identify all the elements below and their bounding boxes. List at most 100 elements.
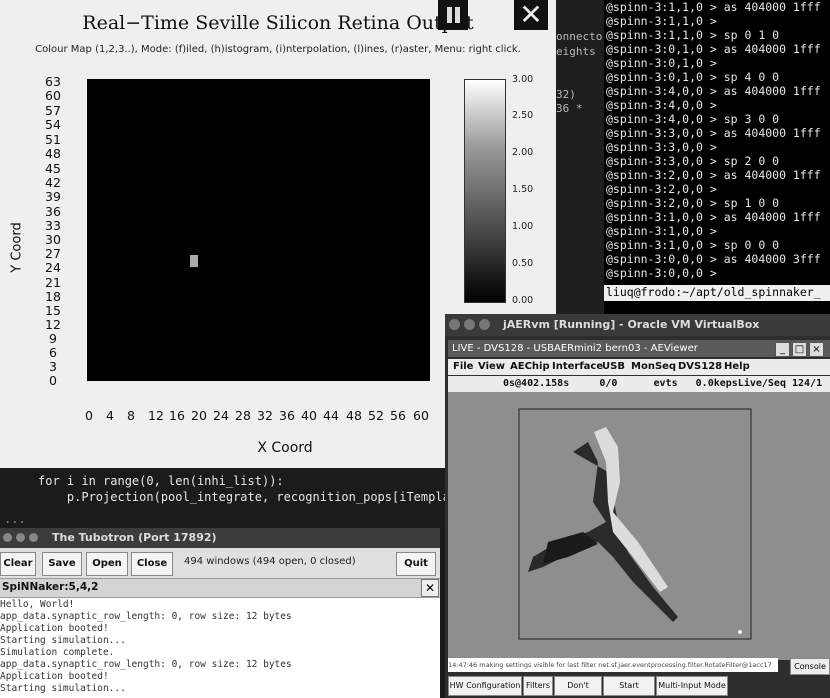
window-count-status: 494 windows (494 open, 0 closed) — [184, 556, 356, 567]
y-tick-label: 36 — [45, 204, 61, 219]
y-tick-label: 3 — [49, 359, 57, 374]
menu-monseq[interactable]: MonSeq — [631, 361, 676, 372]
window-titlebar[interactable]: The Tubotron (Port 17892) — [0, 528, 440, 548]
y-tick-label: 0 — [49, 373, 57, 388]
code-line: p.Projection(pool_integrate, recognition… — [38, 490, 445, 504]
log-line: app_data.synaptic_row_length: 0, row siz… — [0, 659, 292, 670]
terminal-line: @spinn-3:3,0,0 > sp 2 0 0 — [606, 154, 780, 168]
maximize-icon[interactable]: □ — [792, 342, 807, 357]
window-control-icon[interactable] — [449, 319, 460, 330]
terminal-line: @spinn-3:3,0,0 > — [606, 140, 717, 154]
menu-help[interactable]: Help — [724, 361, 750, 372]
hw-configuration-button[interactable]: HW Configuration — [448, 676, 522, 696]
aeviewer-titlebar[interactable]: LIVE - DVS128 - USBAERmini2 bern03 - AEV… — [448, 340, 830, 357]
log-line: app_data.synaptic_row_length: 0, row siz… — [0, 611, 292, 622]
plot-title: Real−Time Seville Silicon Retina Output — [82, 12, 474, 34]
quit-button[interactable]: Quit — [396, 552, 436, 576]
retina-event-pixel — [190, 255, 198, 267]
aeviewer-title: LIVE - DVS128 - USBAERmini2 bern03 - AEV… — [452, 343, 698, 354]
y-tick-label: 24 — [45, 260, 61, 275]
terminal-window[interactable]: onnecto eights 32) 36 * @spinn-3:1,1,0 >… — [556, 0, 830, 320]
y-tick-label: 39 — [45, 189, 61, 204]
window-titlebar[interactable]: jAERvm [Running] - Oracle VM VirtualBox — [445, 314, 830, 336]
dont-render-button[interactable]: Don't render — [554, 676, 602, 696]
terminal-line: @spinn-3:3,0,0 > as 404000 1fff — [606, 126, 821, 140]
y-tick-label: 9 — [49, 331, 57, 346]
terminal-line: @spinn-3:1,1,0 > as 404000 1fff — [606, 0, 821, 14]
code-line: for i in range(0, len(inhi_list)): — [38, 474, 284, 488]
y-tick-label: 42 — [45, 175, 61, 190]
minimize-icon[interactable]: _ — [775, 342, 790, 357]
terminal-line: @spinn-3:4,0,0 > sp 3 0 0 — [606, 112, 780, 126]
filters-button[interactable]: Filters — [523, 676, 553, 696]
window-control-icon[interactable] — [3, 533, 12, 542]
save-button[interactable]: Save — [42, 552, 82, 576]
gutter-text: onnecto — [556, 30, 603, 43]
tubotron-window: The Tubotron (Port 17892) Clear Save Ope… — [0, 528, 440, 698]
menu-file[interactable]: File — [453, 361, 473, 372]
log-line: Application booted! — [0, 671, 109, 682]
colorbar-tick: 3.00 — [512, 74, 534, 85]
x-tick-label: 60 — [413, 408, 429, 423]
terminal-line: @spinn-3:4,0,0 > — [606, 98, 717, 112]
menu-aechip[interactable]: AEChip — [510, 361, 550, 372]
window-control-icon[interactable] — [479, 319, 490, 330]
gutter-text: 32) — [556, 88, 576, 101]
pause-icon — [455, 7, 460, 23]
y-tick-label: 12 — [45, 317, 61, 332]
terminal-line: @spinn-3:0,0,0 > — [606, 266, 717, 280]
window-control-icon[interactable] — [464, 319, 475, 330]
clear-button[interactable]: Clear — [0, 552, 36, 576]
terminal-prompt[interactable]: liuq@frodo:~/apt/old_spinnaker_ — [604, 285, 830, 301]
terminal-line: @spinn-3:0,0,0 > as 404000 3fff — [606, 252, 821, 266]
terminal-line: @spinn-3:1,0,0 > as 404000 1fff — [606, 210, 821, 224]
menu-view[interactable]: View — [478, 361, 505, 372]
code-editor[interactable]: for i in range(0, len(inhi_list)): p.Pro… — [0, 468, 445, 528]
window-control-icon[interactable] — [16, 533, 25, 542]
status-text: 0s@402.158s 0/0 evts 0.0kepsLive/Seq 124… — [503, 378, 823, 389]
window-control-icon[interactable] — [29, 533, 38, 542]
y-tick-label: 18 — [45, 289, 61, 304]
close-button[interactable]: Close — [131, 552, 173, 576]
log-line: Simulation complete. — [0, 647, 115, 658]
close-icon[interactable]: ✕ — [421, 579, 439, 597]
retina-heatmap[interactable] — [87, 79, 430, 381]
x-axis-label: X Coord — [257, 440, 313, 456]
terminal-line: @spinn-3:2,0,0 > — [606, 182, 717, 196]
open-button[interactable]: Open — [86, 552, 128, 576]
menu-usb[interactable]: USB — [602, 361, 625, 372]
terminal-line: @spinn-3:1,0,0 > — [606, 224, 717, 238]
close-icon[interactable]: × — [809, 342, 824, 357]
colorbar-tick: 1.50 — [512, 184, 534, 195]
plot-subtitle: Colour Map (1,2,3..), Mode: (f)iled, (h)… — [35, 44, 521, 55]
console-button[interactable]: Console — [790, 658, 830, 675]
window-title: The Tubotron (Port 17892) — [52, 531, 217, 544]
y-tick-label: 15 — [45, 303, 61, 318]
code-line: ... — [4, 512, 26, 526]
y-tick-label: 27 — [45, 246, 61, 261]
tab-label: SpiNNaker:5,4,2 — [2, 581, 99, 593]
editor-gutter: onnecto eights 32) 36 * — [556, 0, 604, 320]
y-tick-label: 30 — [45, 232, 61, 247]
y-tick-label: 57 — [45, 103, 61, 118]
colorbar-tick: 2.00 — [512, 147, 534, 158]
y-tick-label: 45 — [45, 161, 61, 176]
menu-interface[interactable]: Interface — [552, 361, 603, 372]
y-tick-label: 63 — [45, 74, 61, 89]
pause-button[interactable] — [438, 0, 468, 30]
start-logging-button[interactable]: Start logging — [603, 676, 655, 696]
dvs-event-canvas[interactable] — [448, 392, 830, 660]
colorbar — [464, 79, 506, 303]
colorbar-tick: 1.00 — [512, 221, 534, 232]
menu-dvs128[interactable]: DVS128 — [678, 361, 722, 372]
terminal-line: @spinn-3:4,0,0 > as 404000 1fff — [606, 84, 821, 98]
close-icon[interactable]: ✕ — [514, 0, 548, 30]
terminal-line: @spinn-3:1,1,0 > — [606, 14, 717, 28]
y-tick-label: 60 — [45, 88, 61, 103]
colorbar-tick: 0.50 — [512, 258, 534, 269]
y-tick-label: 54 — [45, 117, 61, 132]
multi-input-mode-button[interactable]: Multi-Input Mode — [656, 676, 728, 696]
dvs-event-image — [518, 408, 752, 640]
colorbar-tick: 0.00 — [512, 295, 534, 306]
log-output[interactable]: Hello, World! app_data.synaptic_row_leng… — [0, 598, 440, 698]
